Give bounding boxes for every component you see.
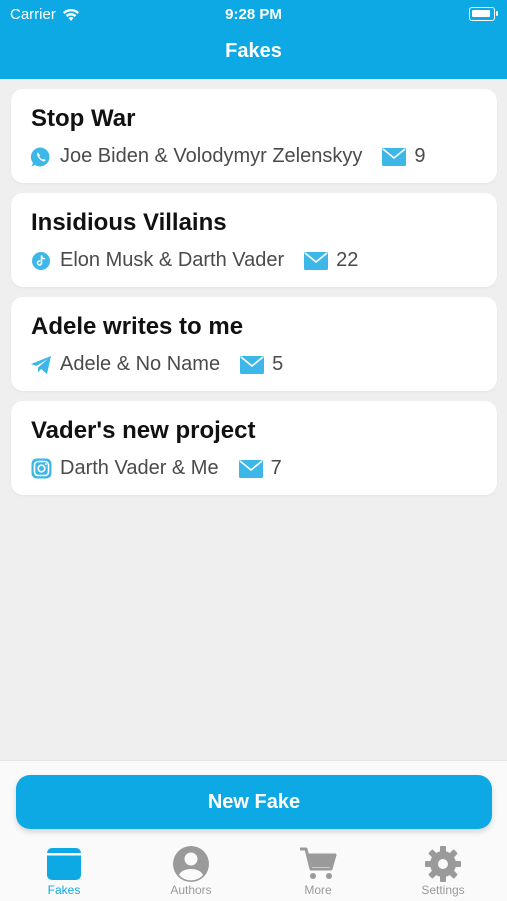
status-time: 9:28 PM: [225, 6, 282, 23]
fakes-list: Stop War Joe Biden & Volodymyr Zelenskyy…: [11, 89, 497, 505]
page-title: Fakes: [225, 40, 282, 62]
tab-more[interactable]: More: [278, 845, 358, 897]
fake-card[interactable]: Insidious Villains Elon Musk & Darth Vad…: [11, 193, 497, 287]
fake-title: Vader's new project: [31, 417, 256, 444]
tab-fakes[interactable]: Fakes: [24, 845, 104, 897]
fake-participants: Elon Musk & Darth Vader: [60, 249, 285, 271]
bottom-area: New Fake Fakes Authors More Settings: [0, 760, 507, 901]
fake-meta: Elon Musk & Darth Vader 22: [30, 249, 358, 272]
fake-card[interactable]: Stop War Joe Biden & Volodymyr Zelenskyy…: [11, 89, 497, 183]
mail-icon: [240, 355, 265, 374]
person-icon: [151, 845, 231, 883]
message-count: 9: [414, 145, 426, 167]
fake-title: Insidious Villains: [31, 209, 227, 236]
tab-bar: Fakes Authors More Settings: [0, 845, 507, 901]
mail-icon: [304, 251, 329, 270]
telegram-icon: [30, 354, 52, 376]
instagram-icon: [30, 458, 52, 480]
fakes-icon: [24, 845, 104, 883]
fake-meta: Darth Vader & Me 7: [30, 457, 282, 480]
fake-meta: Joe Biden & Volodymyr Zelenskyy 9: [30, 145, 426, 168]
cart-icon: [278, 845, 358, 883]
tiktok-icon: [30, 250, 52, 272]
tab-label: Fakes: [47, 883, 81, 897]
fake-card[interactable]: Adele writes to me Adele & No Name 5: [11, 297, 497, 391]
fake-meta: Adele & No Name 5: [30, 353, 283, 376]
tab-authors[interactable]: Authors: [151, 845, 231, 897]
message-count: 7: [270, 457, 282, 479]
fake-title: Adele writes to me: [31, 313, 244, 340]
gear-icon: [403, 845, 483, 883]
header: Carrier 9:28 PM Fakes: [0, 0, 507, 79]
mail-icon: [238, 459, 263, 478]
message-count: 5: [272, 353, 284, 375]
fake-title: Stop War: [31, 105, 136, 132]
fake-participants: Joe Biden & Volodymyr Zelenskyy: [60, 145, 363, 167]
fake-card[interactable]: Vader's new project Darth Vader & Me 7: [11, 401, 497, 495]
tab-label: Settings: [421, 883, 465, 897]
tab-label: More: [304, 883, 332, 897]
fake-participants: Darth Vader & Me: [60, 457, 219, 479]
mail-icon: [382, 147, 407, 166]
message-count: 22: [336, 249, 359, 271]
whatsapp-icon: [30, 146, 52, 168]
tab-label: Authors: [170, 883, 212, 897]
status-bar: Carrier 9:28 PM: [0, 0, 507, 28]
tab-settings[interactable]: Settings: [403, 845, 483, 897]
new-fake-button[interactable]: New Fake: [16, 775, 492, 829]
fake-participants: Adele & No Name: [60, 353, 221, 375]
battery-icon: [469, 7, 498, 21]
